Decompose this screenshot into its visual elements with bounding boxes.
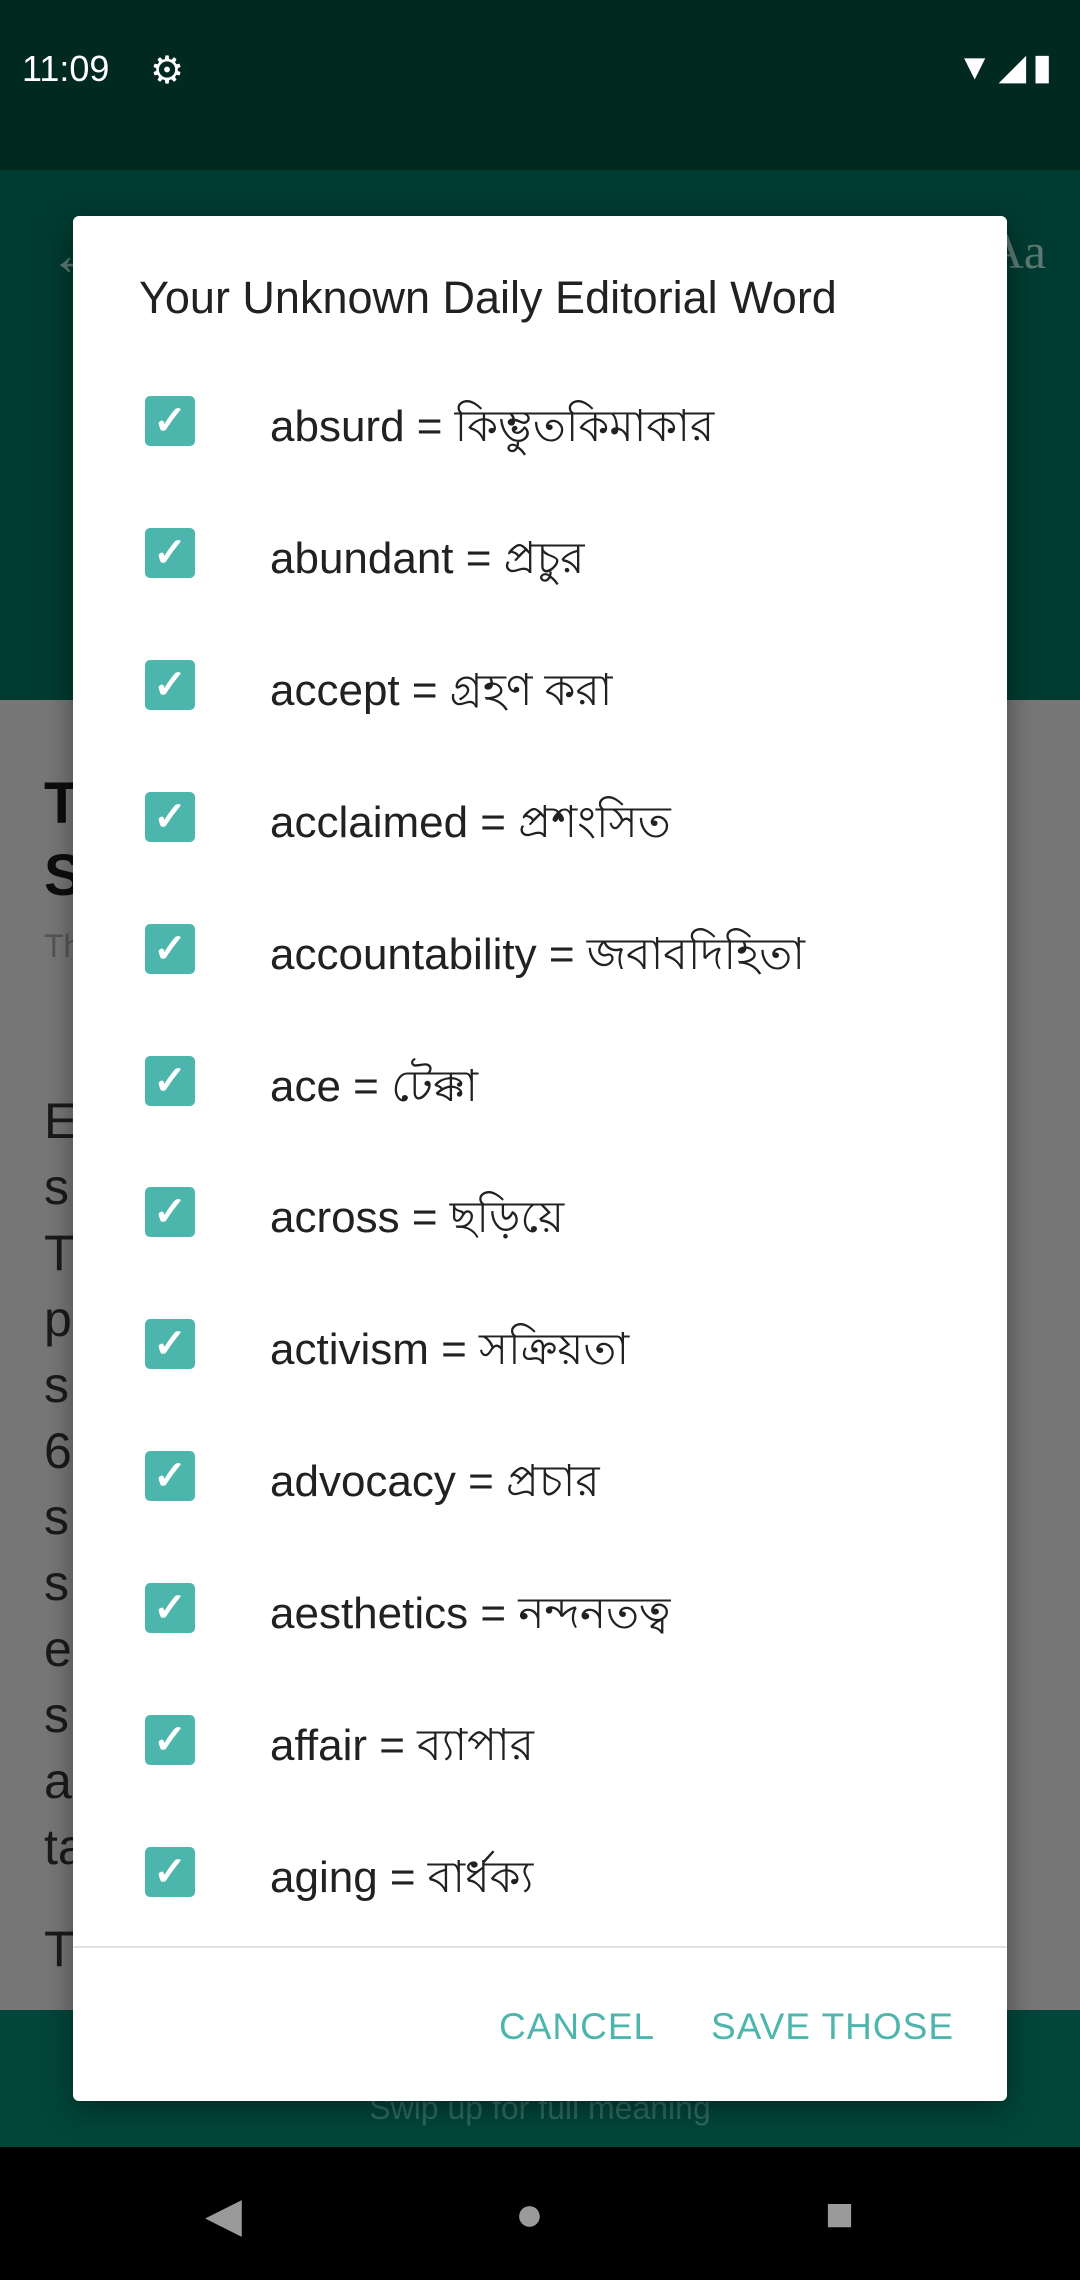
article-body-fragment: s xyxy=(44,1687,69,1743)
checkbox[interactable]: ✓ xyxy=(145,791,195,842)
word-label: accountability = জবাবদিহিতা xyxy=(270,929,806,979)
word-label: aging = বার্ধক্য xyxy=(270,1852,534,1902)
article-body-fragment: 6 xyxy=(44,1423,72,1479)
word-label: activism = সক্রিয়তা xyxy=(270,1325,630,1375)
word-label: absurd = কিম্ভুতকিমাকার xyxy=(270,402,715,451)
check-icon: ✓ xyxy=(153,399,187,443)
word-label: across = ছড়িয়ে xyxy=(270,1193,565,1243)
cancel-button[interactable]: CANCEL xyxy=(499,2006,655,2048)
home-nav-icon[interactable]: ● xyxy=(515,2187,544,2242)
checkbox[interactable]: ✓ xyxy=(145,1583,195,1634)
word-item[interactable]: ✓ across = ছড়িয়ে xyxy=(73,1162,1007,1262)
check-icon: ✓ xyxy=(153,530,187,575)
word-label: accept = গ্রহণ করা xyxy=(270,665,613,715)
signal-icon: ◢ xyxy=(998,46,1033,87)
word-label: ace = টেক্কা xyxy=(270,1061,479,1111)
word-item[interactable]: ✓ acclaimed = প্রশংসিত xyxy=(73,767,1007,867)
article-body-fragment: T xyxy=(44,1225,75,1281)
check-icon: ✓ xyxy=(153,794,187,839)
article-body-fragment: s xyxy=(44,1357,69,1413)
checkbox[interactable]: ✓ xyxy=(145,1319,195,1370)
check-icon: ✓ xyxy=(153,662,187,707)
word-item[interactable]: ✓ abundant = প্রচুর xyxy=(73,503,1007,603)
word-label: advocacy = প্রচার xyxy=(270,1457,600,1507)
word-item[interactable]: ✓ accountability = জবাবদিহিতা xyxy=(73,899,1007,999)
unknown-words-dialog: Your Unknown Daily Editorial Word ✓ absur… xyxy=(73,216,1007,2101)
checkbox[interactable]: ✓ xyxy=(145,527,195,578)
check-icon: ✓ xyxy=(153,1718,187,1762)
word-label: acclaimed = প্রশংসিত xyxy=(270,797,671,847)
back-nav-icon[interactable]: ◀ xyxy=(205,2187,242,2243)
checkbox[interactable]: ✓ xyxy=(145,923,195,974)
recents-nav-icon[interactable]: ■ xyxy=(825,2187,854,2242)
word-item[interactable]: ✓ aging = বার্ধক্য xyxy=(73,1822,1007,1922)
word-item[interactable]: ✓ ace = টেক্কা xyxy=(73,1031,1007,1131)
wifi-icon: ▼ xyxy=(956,46,999,87)
article-body-fragment: e xyxy=(44,1621,72,1677)
word-item[interactable]: ✓ accept = গ্রহণ করা xyxy=(73,635,1007,735)
checkbox[interactable]: ✓ xyxy=(145,659,195,710)
clock: 11:09 xyxy=(22,48,110,89)
article-body-fragment: s xyxy=(44,1159,69,1215)
gear-icon: ⚙ xyxy=(150,50,185,92)
check-icon: ✓ xyxy=(153,1058,187,1103)
article-body-fragment: p xyxy=(44,1291,72,1347)
checkbox[interactable]: ✓ xyxy=(145,396,195,446)
word-item[interactable]: ✓ absurd = কিম্ভুতকিমাকার xyxy=(73,371,1007,471)
navigation-bar: ◀ ● ■ xyxy=(0,2147,1080,2280)
save-those-button[interactable]: SAVE THOSE xyxy=(711,2006,954,2048)
check-icon: ✓ xyxy=(153,1849,187,1894)
article-body-fragment: s xyxy=(44,1489,69,1545)
word-item[interactable]: ✓ activism = সক্রিয়তা xyxy=(73,1294,1007,1394)
word-item[interactable]: ✓ advocacy = প্রচার xyxy=(73,1426,1007,1526)
checkbox[interactable]: ✓ xyxy=(145,1187,195,1238)
check-icon: ✓ xyxy=(153,1190,187,1235)
check-icon: ✓ xyxy=(153,1454,187,1499)
word-label: abundant = প্রচুর xyxy=(270,533,585,583)
status-icons: ▼◢▮ xyxy=(957,46,1058,88)
checkbox[interactable]: ✓ xyxy=(145,1715,195,1765)
checkbox[interactable]: ✓ xyxy=(145,1846,195,1897)
battery-icon: ▮ xyxy=(1032,46,1058,87)
checkbox[interactable]: ✓ xyxy=(145,1451,195,1502)
divider xyxy=(73,1946,1007,1948)
article-body-fragment: T xyxy=(44,1921,75,1977)
dialog-title: Your Unknown Daily Editorial Word xyxy=(139,272,837,323)
check-icon: ✓ xyxy=(153,926,187,971)
checkbox[interactable]: ✓ xyxy=(145,1055,195,1106)
word-item[interactable]: ✓ affair = ব্যাপার xyxy=(73,1690,1007,1790)
word-item[interactable]: ✓ aesthetics = নন্দনতত্ব xyxy=(73,1558,1007,1658)
article-body-fragment: s xyxy=(44,1555,69,1611)
word-label: affair = ব্যাপার xyxy=(270,1721,535,1770)
status-bar: 11:09 ⚙ ▼◢▮ xyxy=(0,0,1080,170)
article-body-fragment: a xyxy=(44,1753,72,1809)
check-icon: ✓ xyxy=(153,1586,187,1631)
check-icon: ✓ xyxy=(153,1322,187,1367)
word-label: aesthetics = নন্দনতত্ব xyxy=(270,1589,671,1639)
